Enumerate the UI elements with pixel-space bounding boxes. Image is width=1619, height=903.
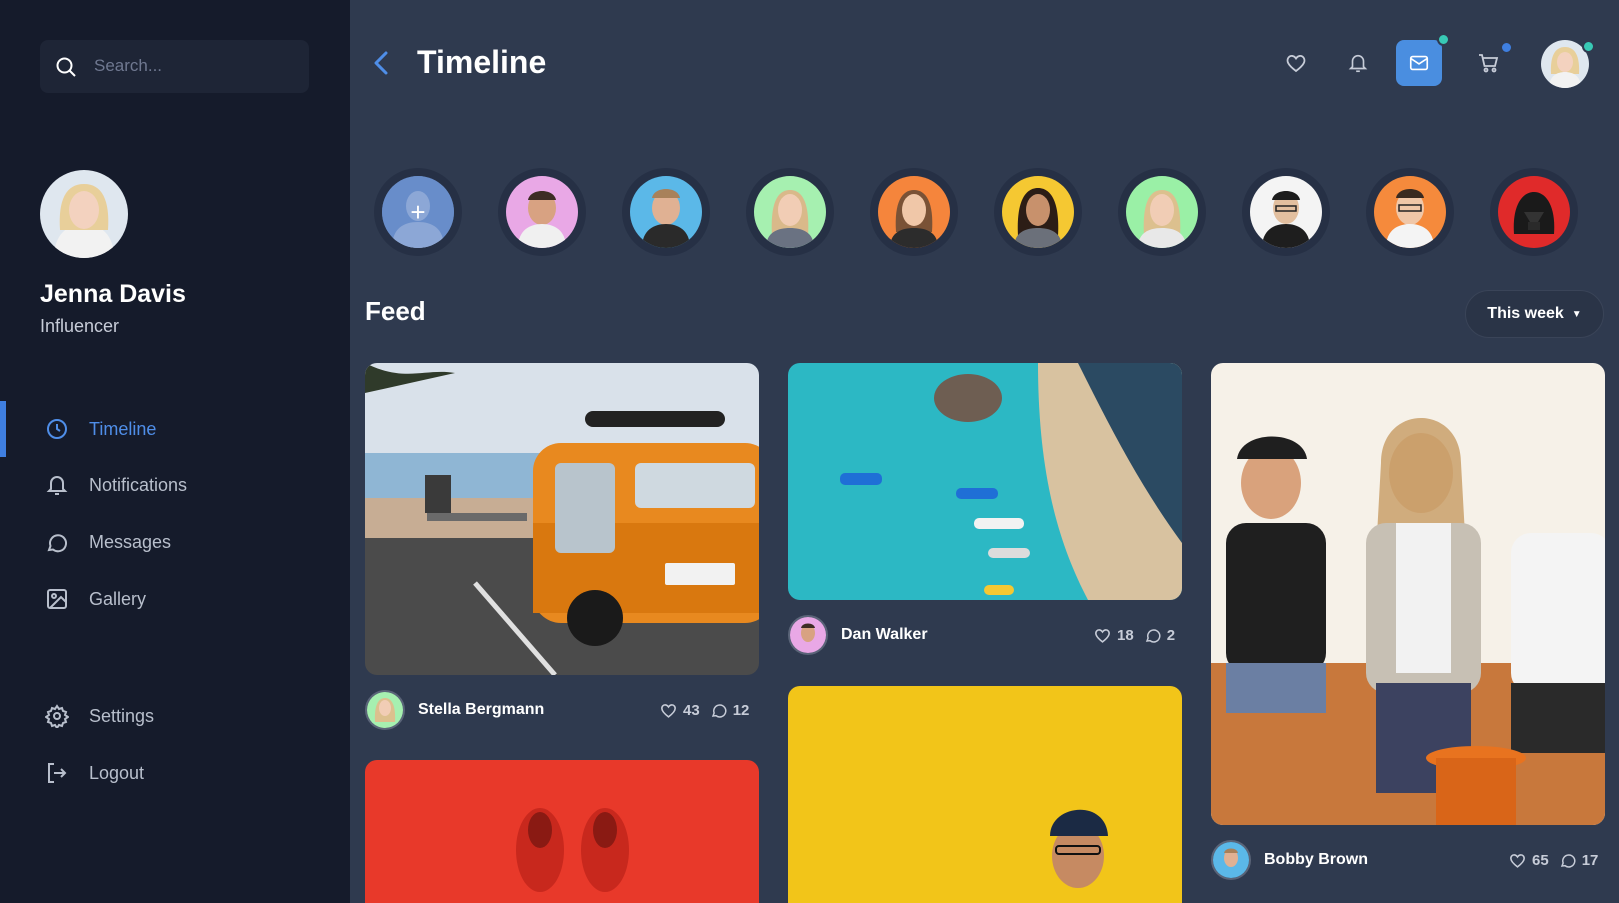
like-count[interactable]: 65	[1508, 851, 1549, 870]
story-avatar[interactable]	[994, 168, 1082, 256]
sidebar-item-notifications[interactable]: Notifications	[0, 457, 350, 513]
comment-icon	[711, 704, 727, 718]
comment-icon	[1145, 629, 1161, 643]
back-arrow-icon[interactable]	[370, 47, 392, 79]
sidebar-item-settings[interactable]: Settings	[0, 688, 350, 744]
story-avatar[interactable]	[870, 168, 958, 256]
add-icon: +	[382, 176, 454, 248]
bell-icon	[1348, 54, 1368, 73]
post-image[interactable]	[788, 363, 1182, 600]
search-input[interactable]: Search...	[94, 56, 162, 76]
sidebar: Search... Jenna Davis Influencer Timelin…	[0, 0, 350, 903]
time-filter-label: This week	[1487, 305, 1564, 322]
author-name[interactable]: Stella Bergmann	[418, 701, 544, 719]
post-image[interactable]	[1211, 363, 1605, 825]
comment-count[interactable]: 12	[710, 701, 749, 719]
story-avatar[interactable]	[622, 168, 710, 256]
cart-icon	[1479, 54, 1499, 73]
sidebar-item-label: Gallery	[89, 588, 147, 609]
story-avatar[interactable]	[746, 168, 834, 256]
feed-title: Feed	[365, 296, 426, 326]
comment-icon	[1560, 854, 1576, 868]
sidebar-item-messages[interactable]: Messages	[0, 514, 350, 570]
profile-avatar[interactable]	[40, 170, 128, 258]
add-story[interactable]: +	[374, 168, 462, 256]
bell-icon	[46, 476, 68, 495]
sidebar-item-label: Logout	[89, 762, 145, 783]
sidebar-item-label: Notifications	[89, 474, 188, 495]
author-avatar[interactable]	[788, 615, 828, 655]
heart-icon	[660, 703, 677, 718]
notifications-button[interactable]	[1335, 40, 1381, 86]
mail-unread-dot	[1437, 33, 1450, 46]
post-stats: 18 2	[1093, 615, 1175, 655]
sidebar-item-label: Timeline	[89, 418, 157, 439]
mail-icon	[1409, 55, 1429, 71]
profile-role: Influencer	[40, 316, 120, 336]
profile-name: Jenna Davis	[40, 280, 186, 308]
sidebar-item-gallery[interactable]: Gallery	[0, 571, 350, 627]
clock-icon	[47, 419, 67, 439]
search-box[interactable]: Search...	[40, 40, 309, 93]
comment-count[interactable]: 2	[1144, 626, 1175, 644]
sidebar-item-label: Messages	[89, 531, 172, 552]
post-stats: 43 12	[659, 690, 749, 730]
story-avatar[interactable]	[1366, 168, 1454, 256]
caret-down-icon: ▼	[1571, 308, 1582, 320]
post-author[interactable]: Dan Walker	[788, 615, 928, 655]
author-avatar[interactable]	[1211, 840, 1251, 880]
story-avatar[interactable]	[1490, 168, 1578, 256]
image-icon	[47, 589, 67, 609]
post-image[interactable]	[365, 363, 759, 675]
post-image[interactable]	[365, 760, 759, 903]
search-icon	[56, 57, 76, 77]
post-author[interactable]: Bobby Brown	[1211, 840, 1368, 880]
chat-bubble-icon	[47, 534, 68, 553]
sidebar-item-logout[interactable]: Logout	[0, 745, 350, 801]
post-author[interactable]: Stella Bergmann	[365, 690, 544, 730]
post-stats: 65 17	[1508, 840, 1598, 880]
cart-badge-dot	[1500, 41, 1513, 54]
author-avatar[interactable]	[365, 690, 405, 730]
page-title: Timeline	[417, 44, 547, 80]
like-count[interactable]: 43	[659, 701, 700, 720]
story-avatar[interactable]	[498, 168, 586, 256]
logout-icon	[48, 763, 67, 783]
sidebar-item-label: Settings	[89, 705, 155, 726]
time-filter-dropdown[interactable]: This week ▼	[1465, 290, 1604, 338]
like-count[interactable]: 18	[1093, 626, 1134, 645]
sidebar-item-timeline[interactable]: Timeline	[0, 401, 350, 457]
heart-icon	[1094, 628, 1111, 643]
gear-icon	[45, 704, 69, 728]
author-name[interactable]: Bobby Brown	[1264, 851, 1368, 869]
author-name[interactable]: Dan Walker	[841, 626, 928, 644]
heart-icon	[1286, 55, 1306, 73]
heart-icon	[1509, 853, 1526, 868]
messages-button[interactable]	[1396, 40, 1442, 86]
favorites-button[interactable]	[1273, 40, 1319, 86]
online-status-dot	[1582, 40, 1595, 53]
post-image[interactable]	[788, 686, 1182, 903]
story-avatar[interactable]	[1118, 168, 1206, 256]
story-avatar[interactable]	[1242, 168, 1330, 256]
comment-count[interactable]: 17	[1559, 851, 1598, 869]
